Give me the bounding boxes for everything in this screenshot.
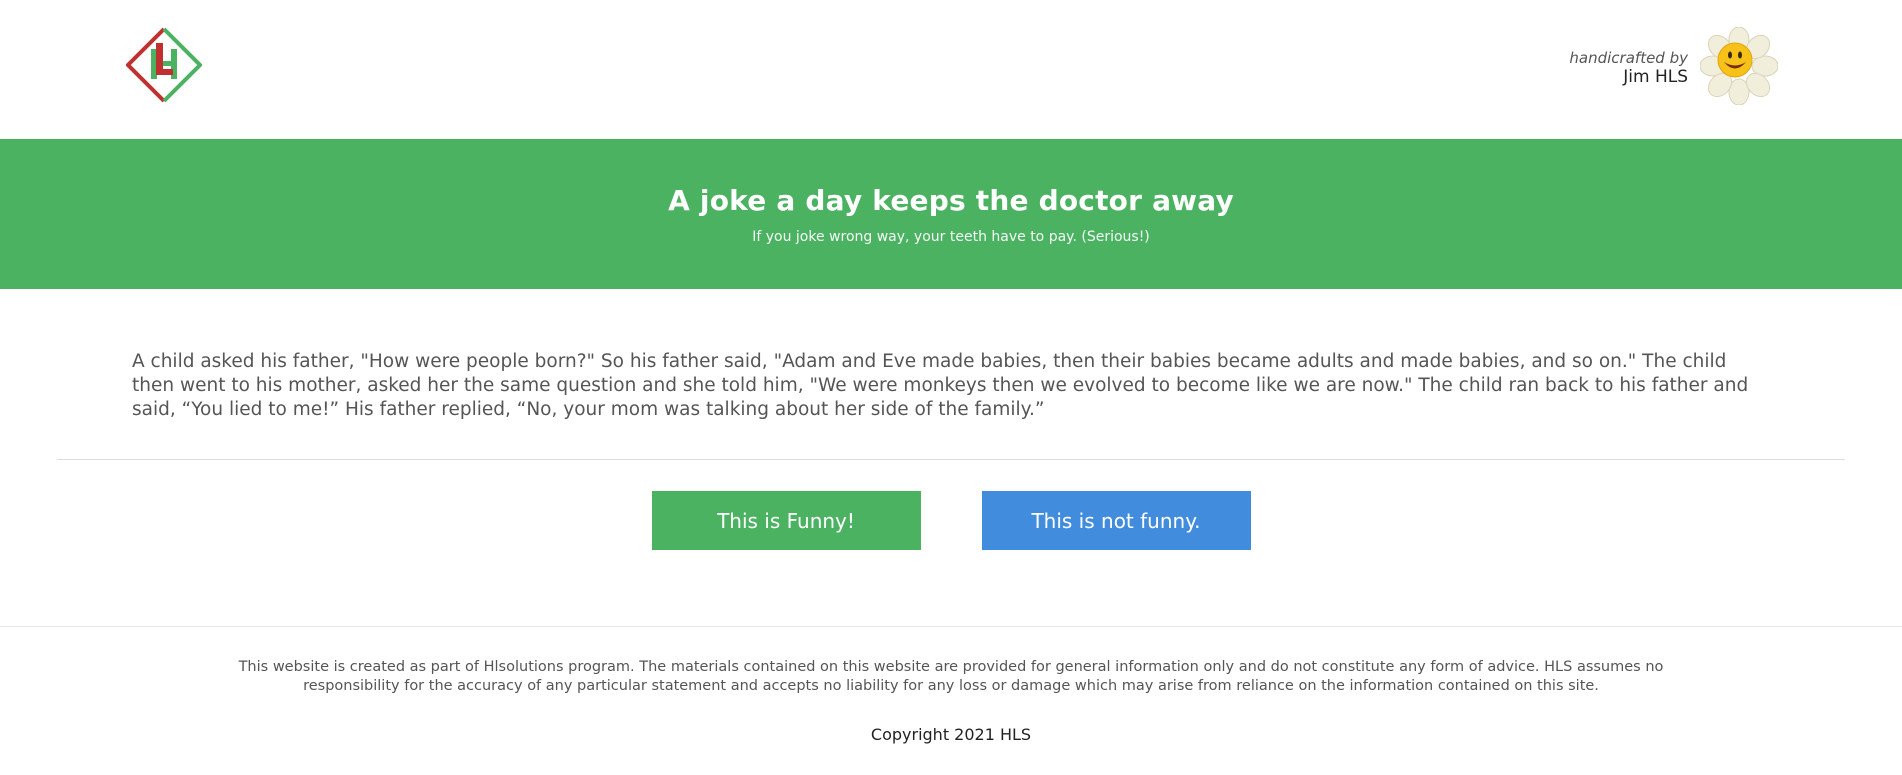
- hero-banner: A joke a day keeps the doctor away If yo…: [0, 139, 1902, 289]
- funny-button[interactable]: This is Funny!: [651, 491, 921, 550]
- footer-copyright: Copyright 2021 HLS: [870, 725, 1032, 744]
- credit-by-label: handicrafted by: [1569, 49, 1688, 67]
- credit-author-name: Jim HLS: [1623, 67, 1688, 87]
- not-funny-button[interactable]: This is not funny.: [981, 491, 1251, 550]
- joke-text: A child asked his father, "How were peop…: [132, 351, 1749, 420]
- footer-disclaimer: This website is created as part of Hlsol…: [238, 659, 1664, 694]
- smiling-daisy-icon: [1699, 26, 1779, 106]
- author-credit: handicrafted by Jim HLS: [1569, 49, 1688, 87]
- page-title: A joke a day keeps the doctor away: [668, 184, 1234, 217]
- site-footer: This website is created as part of Hlsol…: [0, 627, 1902, 744]
- hls-logo-icon[interactable]: [125, 27, 203, 103]
- vote-buttons: This is Funny! This is not funny.: [0, 460, 1902, 626]
- site-header: handicrafted by Jim HLS: [0, 0, 1902, 139]
- page-subtitle: If you joke wrong way, your teeth have t…: [752, 229, 1150, 245]
